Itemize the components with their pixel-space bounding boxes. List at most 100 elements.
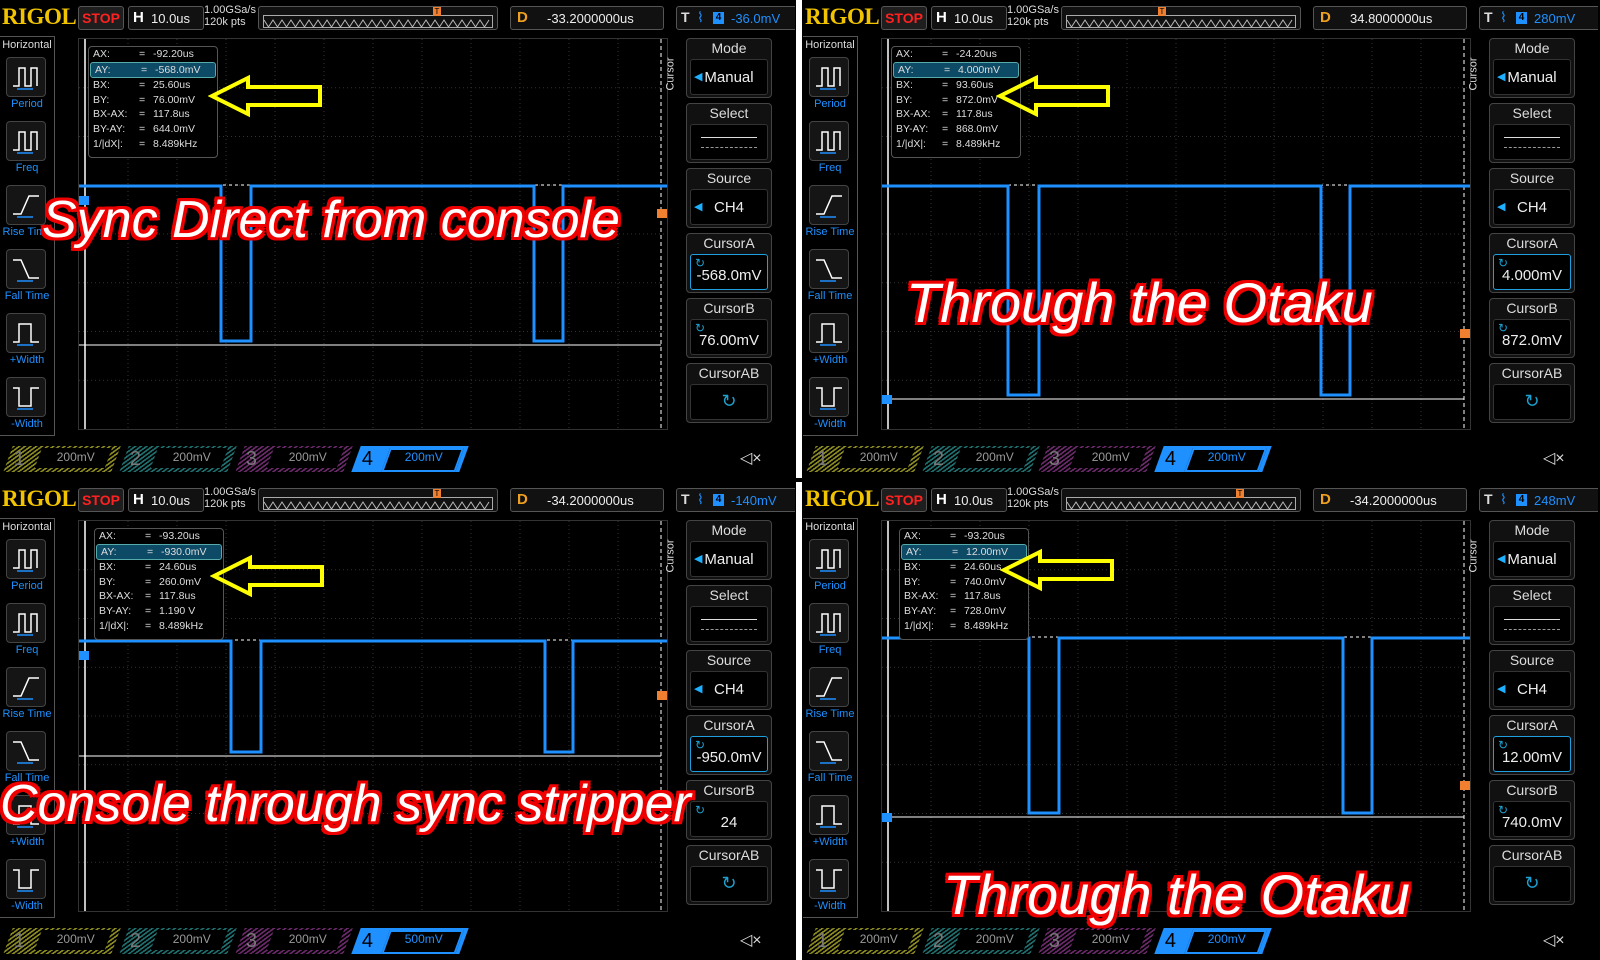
measure-button-rise-time[interactable] <box>6 185 46 225</box>
cursor-a-value-box: ↻ -950.0mV <box>690 736 768 772</box>
channel-2-tag[interactable]: 2 200mV <box>119 928 237 954</box>
timebase-value: 10.0us <box>151 493 191 508</box>
measure-button-freq[interactable] <box>6 121 46 161</box>
measure-button--width[interactable] <box>6 859 46 899</box>
channel-1-tag[interactable]: 1 200mV <box>3 446 121 472</box>
measure-button-rise-time[interactable] <box>6 667 46 707</box>
channel-4-tag[interactable]: 4 500mV <box>351 928 469 954</box>
run-stop-button[interactable]: STOP <box>78 488 124 512</box>
source-softkey[interactable]: Source ◀ CH4 <box>686 168 772 228</box>
channel-3-tag[interactable]: 3 200mV <box>235 928 353 954</box>
source-label: Source <box>1509 170 1555 186</box>
trigger-position-marker: T <box>433 7 441 16</box>
cursor-ab-softkey[interactable]: CursorAB ↻ <box>1489 363 1575 423</box>
mode-label: Mode <box>1514 522 1550 538</box>
channel-2-tag[interactable]: 2 200mV <box>922 446 1040 472</box>
cursor-b-softkey[interactable]: CursorB ↻ 76.00mV <box>686 298 772 358</box>
cursor-a-softkey[interactable]: CursorA ↻ -950.0mV <box>686 715 772 775</box>
channel-1-tag[interactable]: 1 200mV <box>806 928 924 954</box>
channel-3-tag[interactable]: 3 200mV <box>1038 446 1156 472</box>
cursor-b-softkey[interactable]: CursorB ↻ 740.0mV <box>1489 780 1575 840</box>
source-softkey[interactable]: Source ◀ CH4 <box>1489 168 1575 228</box>
mode-softkey[interactable]: Mode ◀ Manual <box>686 38 772 98</box>
select-softkey[interactable]: Select <box>1489 103 1575 163</box>
channel-4-tag[interactable]: 4 200mV <box>1154 928 1272 954</box>
select-softkey[interactable]: Select <box>686 103 772 163</box>
measure-button-freq[interactable] <box>809 603 849 643</box>
horizontal-timebase[interactable]: H 10.0us <box>931 6 1007 30</box>
measure-button--width[interactable] <box>6 313 46 353</box>
measure-button-fall-time[interactable] <box>6 249 46 289</box>
run-stop-button[interactable]: STOP <box>881 6 927 30</box>
overlay-caption: Through the Otaku <box>943 863 1410 926</box>
channel-3-tag[interactable]: 3 200mV <box>235 446 353 472</box>
speaker-icon[interactable]: ◁× <box>1543 448 1565 468</box>
positive-width-icon <box>13 323 39 346</box>
measure-button-fall-time[interactable] <box>6 731 46 771</box>
cursor-ab-softkey[interactable]: CursorAB ↻ <box>1489 845 1575 905</box>
run-stop-button[interactable]: STOP <box>881 488 927 512</box>
measure-button--width[interactable] <box>809 859 849 899</box>
cursor-ab-softkey[interactable]: CursorAB ↻ <box>686 845 772 905</box>
measure-button-fall-time[interactable] <box>809 731 849 771</box>
measure-button--width[interactable] <box>809 377 849 417</box>
cursor-readout-row: BX-AX: = 117.8us <box>89 107 217 122</box>
source-softkey[interactable]: Source ◀ CH4 <box>1489 650 1575 710</box>
equals-sign: = <box>942 122 949 135</box>
run-stop-button[interactable]: STOP <box>78 6 124 30</box>
measure-button-freq[interactable] <box>809 121 849 161</box>
select-lines-icon <box>1493 124 1571 160</box>
status-header: RIGOL STOP H 10.0us 1.00GSa/s 120k pts T… <box>803 0 1598 36</box>
delay-box[interactable]: D -33.2000000us <box>510 6 664 30</box>
trigger-box[interactable]: T ⌇ 4 280mV <box>1479 6 1598 30</box>
channel-scale: 200mV <box>288 450 327 464</box>
cursor-a-softkey[interactable]: CursorA ↻ 4.000mV <box>1489 233 1575 293</box>
speaker-icon[interactable]: ◁× <box>740 448 762 468</box>
measure-button-rise-time[interactable] <box>809 667 849 707</box>
speaker-icon[interactable]: ◁× <box>1543 930 1565 950</box>
channel-number: 3 <box>1048 930 1060 952</box>
channel-4-tag[interactable]: 4 200mV <box>1154 446 1272 472</box>
mode-softkey[interactable]: Mode ◀ Manual <box>1489 38 1575 98</box>
horizontal-timebase[interactable]: H 10.0us <box>128 6 204 30</box>
cursor-b-softkey[interactable]: CursorB ↻ 872.0mV <box>1489 298 1575 358</box>
cursor-a-softkey[interactable]: CursorA ↻ 12.00mV <box>1489 715 1575 775</box>
speaker-icon[interactable]: ◁× <box>740 930 762 950</box>
channel-1-tag[interactable]: 1 200mV <box>806 446 924 472</box>
measure-button-period[interactable] <box>6 57 46 97</box>
measure-button--width[interactable] <box>809 313 849 353</box>
cursor-a-softkey[interactable]: CursorA ↻ -568.0mV <box>686 233 772 293</box>
delay-box[interactable]: D -34.2000000us <box>510 488 664 512</box>
trigger-box[interactable]: T ⌇ 4 -140mV <box>676 488 795 512</box>
measure-button-period[interactable] <box>6 539 46 579</box>
cursor-b-softkey[interactable]: CursorB ↻ 24 <box>686 780 772 840</box>
horizontal-timebase[interactable]: H 10.0us <box>931 488 1007 512</box>
mode-softkey[interactable]: Mode ◀ Manual <box>1489 520 1575 580</box>
select-softkey[interactable]: Select <box>686 585 772 645</box>
channel-2-tag[interactable]: 2 200mV <box>119 446 237 472</box>
measure-button--width[interactable] <box>6 377 46 417</box>
cursor-ab-value-box: ↻ <box>690 866 768 902</box>
measure-button-rise-time[interactable] <box>809 185 849 225</box>
measure-button-fall-time[interactable] <box>809 249 849 289</box>
mode-softkey[interactable]: Mode ◀ Manual <box>686 520 772 580</box>
channel-1-tag[interactable]: 1 200mV <box>3 928 121 954</box>
channel-3-tag[interactable]: 3 200mV <box>1038 928 1156 954</box>
delay-box[interactable]: D -34.2000000us <box>1313 488 1467 512</box>
measure-button-period[interactable] <box>809 539 849 579</box>
measure-button-freq[interactable] <box>6 603 46 643</box>
trigger-box[interactable]: T ⌇ 4 -36.0mV <box>676 6 795 30</box>
select-softkey[interactable]: Select <box>1489 585 1575 645</box>
frequency-icon <box>13 131 38 154</box>
readout-key: AX: <box>904 530 921 542</box>
cursor-ab-softkey[interactable]: CursorAB ↻ <box>686 363 772 423</box>
source-softkey[interactable]: Source ◀ CH4 <box>686 650 772 710</box>
measure-button-period[interactable] <box>809 57 849 97</box>
trigger-box[interactable]: T ⌇ 4 248mV <box>1479 488 1598 512</box>
delay-box[interactable]: D 34.8000000us <box>1313 6 1467 30</box>
horizontal-timebase[interactable]: H 10.0us <box>128 488 204 512</box>
measure-button--width[interactable] <box>809 795 849 835</box>
channel-2-tag[interactable]: 2 200mV <box>922 928 1040 954</box>
channel-4-tag[interactable]: 4 200mV <box>351 446 469 472</box>
cursor-a-value-box: ↻ 12.00mV <box>1493 736 1571 772</box>
